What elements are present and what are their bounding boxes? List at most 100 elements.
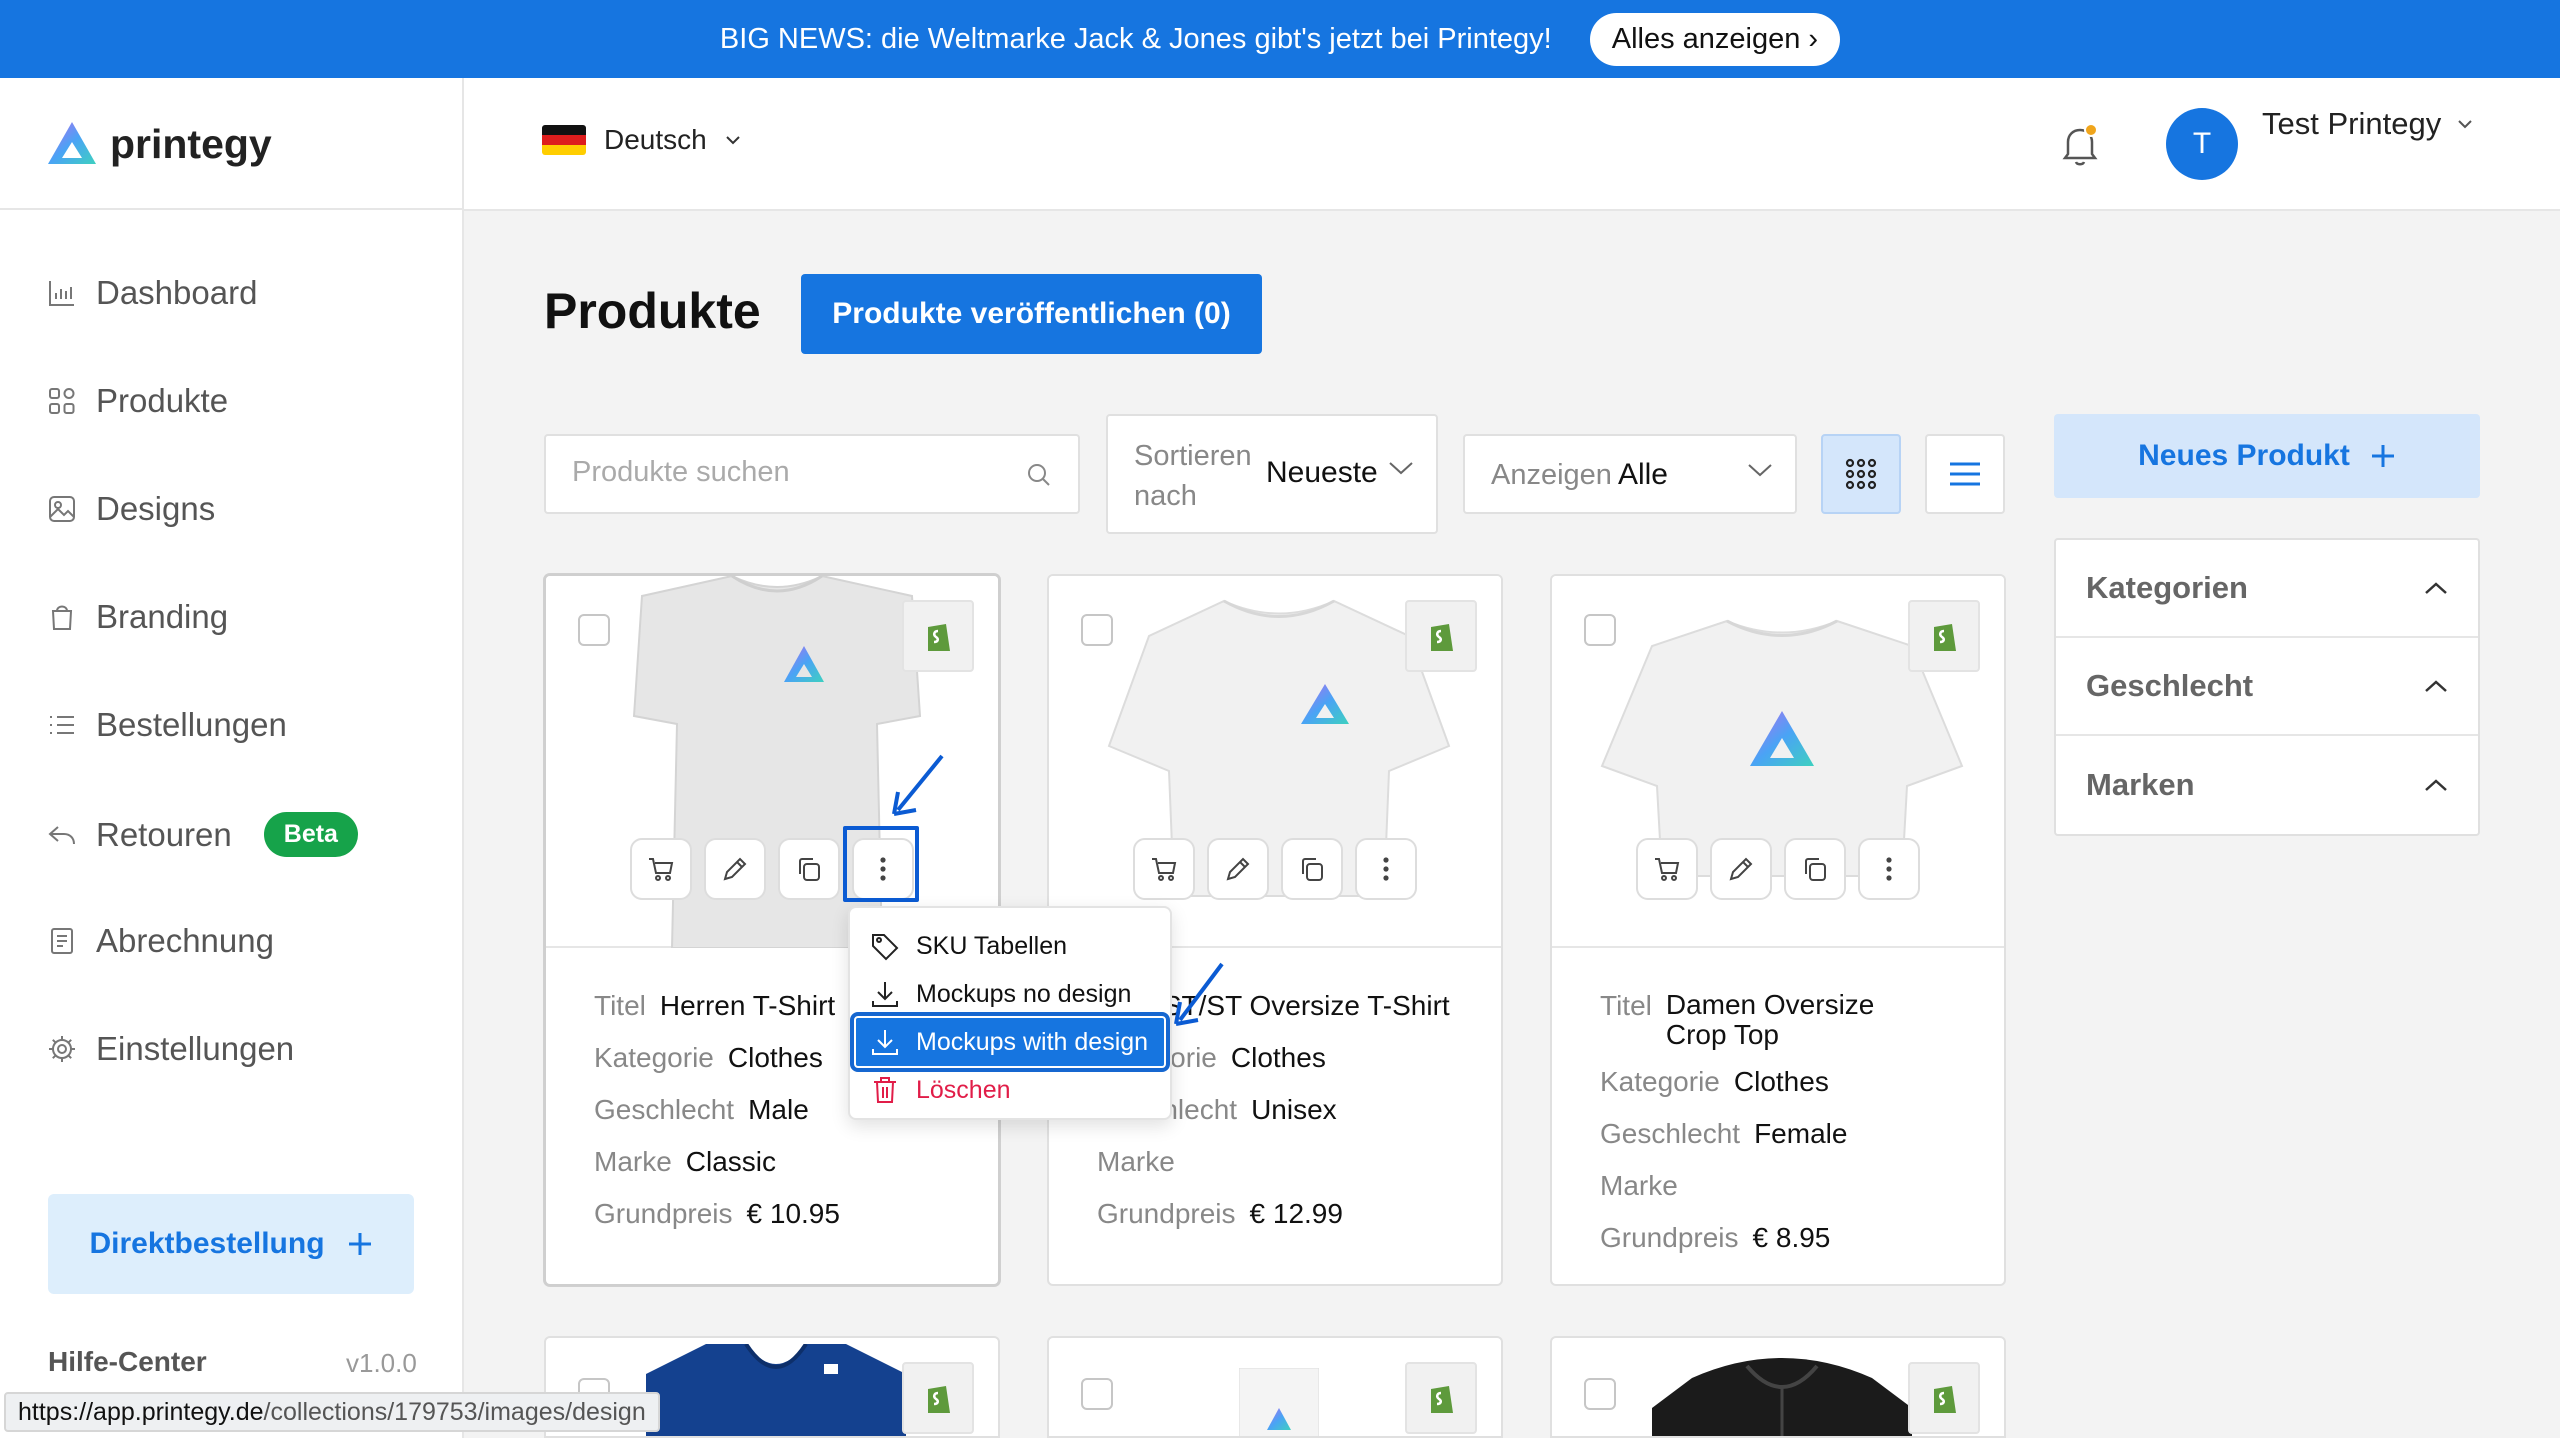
cart-button[interactable] (1133, 838, 1195, 900)
sidebar-item-branding[interactable]: Branding (46, 598, 228, 636)
copy-icon (1302, 858, 1323, 881)
mug-image (1239, 1368, 1319, 1436)
top-header: Deutsch T Test Printegy (464, 78, 2560, 211)
cart-button[interactable] (1636, 838, 1698, 900)
chevron-up-icon (2425, 582, 2447, 594)
cart-icon (649, 858, 674, 881)
card-actions (1133, 838, 1417, 900)
shopify-icon[interactable] (902, 600, 974, 672)
pencil-icon (723, 857, 747, 881)
chevron-down-icon (726, 136, 740, 145)
user-menu[interactable]: Test Printegy (2262, 106, 2473, 142)
product-image (1552, 576, 2004, 948)
search-field (544, 434, 1080, 514)
sidebar-item-designs[interactable]: Designs (46, 490, 215, 528)
logo[interactable]: printegy (46, 120, 272, 168)
grid-view-button[interactable] (1821, 434, 1901, 514)
product-card[interactable]: Titel Damen Oversize Crop Top Kategorie Cl… (1550, 574, 2006, 1286)
list-view-button[interactable] (1925, 434, 2005, 514)
edit-button[interactable] (1207, 838, 1269, 900)
more-button-highlight (843, 826, 919, 902)
filter-brands[interactable]: Marken (2056, 736, 2478, 834)
shopify-icon[interactable] (1405, 600, 1477, 672)
duplicate-button[interactable] (778, 838, 840, 900)
menu-item-delete[interactable]: Löschen (850, 1066, 1170, 1114)
shopify-icon[interactable] (902, 1362, 974, 1434)
return-icon (48, 825, 75, 844)
receipt-icon (51, 928, 73, 954)
trash-icon (874, 1077, 896, 1103)
copy-icon (1805, 858, 1826, 881)
more-vertical-icon (1383, 857, 1389, 881)
sort-label: Sortieren nach (1134, 440, 1252, 512)
pencil-icon (1729, 857, 1753, 881)
edit-button[interactable] (704, 838, 766, 900)
annotation-arrow-icon (1174, 962, 1224, 1026)
product-details: Titel Damen Oversize Crop Top Kategorie Cl… (1600, 980, 1926, 1264)
sidebar-item-einstellungen[interactable]: Einstellungen (46, 1030, 294, 1068)
page-title: Produkte (544, 283, 761, 339)
plus-icon (348, 1233, 371, 1255)
grid-icon (49, 388, 75, 414)
shopify-icon[interactable] (1908, 1362, 1980, 1434)
filter-panel: Kategorien Geschlecht Marken (2054, 538, 2480, 836)
select-checkbox[interactable] (1584, 614, 1616, 646)
filter-gender[interactable]: Geschlecht (2056, 638, 2478, 736)
edit-button[interactable] (1710, 838, 1772, 900)
notification-bell-icon[interactable] (2058, 120, 2102, 173)
language-select[interactable]: Deutsch (542, 124, 741, 156)
duplicate-button[interactable] (1281, 838, 1343, 900)
shopify-icon[interactable] (1405, 1362, 1477, 1434)
product-card[interactable] (1047, 1336, 1503, 1438)
beta-badge: Beta (263, 812, 358, 857)
select-checkbox[interactable] (578, 614, 610, 646)
sort-select[interactable]: Sortieren nach Neueste (1106, 414, 1438, 534)
cart-icon (1655, 858, 1680, 881)
cart-button[interactable] (630, 838, 692, 900)
search-icon[interactable] (1024, 460, 1054, 490)
sidebar-item-produkte[interactable]: Produkte (46, 382, 228, 420)
select-checkbox[interactable] (1081, 614, 1113, 646)
product-title: Damen Oversize Crop Top (1665, 989, 1875, 1050)
new-product-button[interactable]: Neues Produkt (2054, 414, 2480, 498)
product-image (1049, 576, 1501, 948)
sidebar-item-bestellungen[interactable]: Bestellungen (46, 706, 287, 744)
menu-item-mockups-no-design[interactable]: Mockups no design (850, 970, 1170, 1018)
cart-icon (1152, 858, 1177, 881)
shopify-icon[interactable] (1908, 600, 1980, 672)
german-flag-icon (542, 125, 586, 155)
sidebar-item-abrechnung[interactable]: Abrechnung (46, 922, 274, 960)
select-checkbox[interactable] (1081, 1378, 1113, 1410)
search-input[interactable] (572, 456, 1012, 489)
more-options-button[interactable] (1355, 838, 1417, 900)
announcement-banner: BIG NEWS: die Weltmarke Jack & Jones gib… (0, 0, 2560, 78)
select-checkbox[interactable] (1584, 1378, 1616, 1410)
chevron-up-icon (2425, 680, 2447, 692)
chevron-down-icon (1389, 462, 1413, 475)
version-label: v1.0.0 (346, 1348, 417, 1378)
avatar[interactable]: T (2166, 108, 2238, 180)
filter-categories[interactable]: Kategorien (2056, 540, 2478, 638)
menu-item-sku-tables[interactable]: SKU Tabellen (850, 922, 1170, 970)
banner-text: BIG NEWS: die Weltmarke Jack & Jones gib… (719, 22, 1552, 55)
product-card[interactable] (1550, 1336, 2006, 1438)
help-center-link[interactable]: Hilfe-Center (48, 1346, 207, 1378)
menu-item-mockups-with-design[interactable]: Mockups with design (850, 1012, 1170, 1072)
direct-order-button[interactable]: Direktbestellung (48, 1194, 414, 1294)
publish-products-button[interactable]: Produkte veröffentlichen (0) (801, 274, 1262, 354)
sidebar: printegy Dashboard Produkte Designs Bran… (0, 78, 464, 1438)
more-vertical-icon (1886, 857, 1892, 881)
sidebar-item-retouren[interactable]: Retouren Beta (46, 812, 358, 857)
show-all-button[interactable]: Alles anzeigen › (1589, 12, 1841, 66)
sidebar-item-dashboard[interactable]: Dashboard (46, 274, 257, 312)
more-options-button[interactable] (1858, 838, 1920, 900)
tag-icon (872, 934, 899, 961)
bag-icon (51, 605, 73, 630)
printegy-logo-icon (48, 122, 96, 164)
show-filter-select[interactable]: Anzeigen Alle (1463, 434, 1797, 514)
list-icon (50, 716, 74, 734)
product-title: Herren T-Shirt (659, 990, 836, 1021)
duplicate-button[interactable] (1784, 838, 1846, 900)
vneck-tshirt-image (646, 1344, 906, 1436)
card-actions (1636, 838, 1920, 900)
